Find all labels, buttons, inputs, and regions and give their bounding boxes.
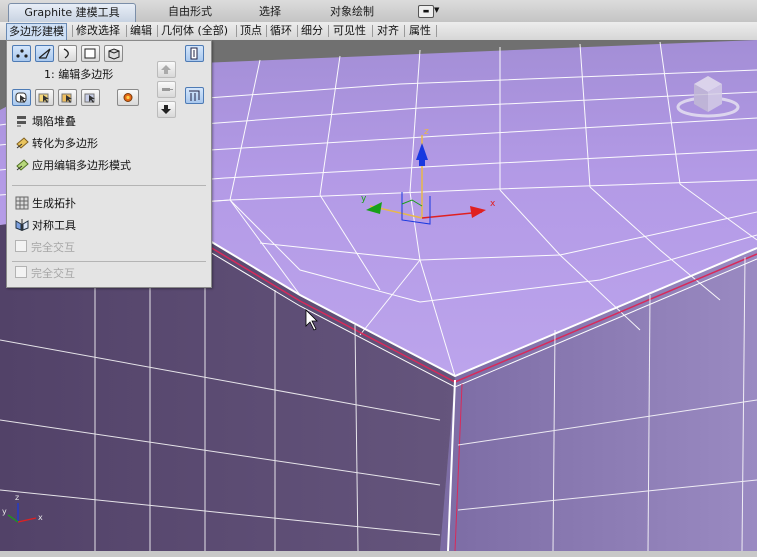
menu-collapse-stack[interactable]: 塌陷堆叠 — [15, 113, 76, 131]
ribbon-panel-bar: 多边形建模 修改选择 编辑 几何体 (全部) 顶点 循环 细分 可见性 对齐 属… — [0, 22, 757, 41]
checkbox[interactable] — [15, 266, 27, 278]
panel-vertices[interactable]: 顶点 — [240, 23, 262, 39]
pin-icon — [162, 88, 173, 91]
pin-stack-button[interactable] — [157, 81, 176, 98]
show-result-icon — [190, 47, 198, 60]
menu-full-interactivity-2[interactable]: 完全交互 — [15, 265, 75, 283]
chevron-down-icon[interactable]: ▼ — [434, 6, 439, 14]
preview-selection-button[interactable] — [117, 89, 139, 106]
show-end-result-button[interactable] — [185, 45, 204, 62]
menu-divider — [12, 261, 206, 262]
by-angle-button[interactable] — [81, 89, 100, 106]
polygon-mode-button[interactable] — [81, 45, 100, 62]
tab-object-paint[interactable]: 对象绘制 — [312, 3, 392, 21]
menu-apply-edit-poly-mode[interactable]: 应用编辑多边形模式 — [15, 157, 131, 175]
panel-loops[interactable]: 循环 — [270, 23, 292, 39]
menu-divider — [12, 185, 206, 186]
panel-modify-selection[interactable]: 修改选择 — [76, 23, 120, 39]
edge-icon — [38, 48, 51, 59]
menu-label: 应用编辑多边形模式 — [32, 159, 131, 172]
svg-text:y: y — [2, 507, 7, 516]
tab-selection[interactable]: 选择 — [242, 3, 298, 21]
vertex-mode-button[interactable] — [12, 45, 31, 62]
tab-freeform[interactable]: 自由形式 — [140, 3, 240, 21]
arrow-up-icon — [161, 65, 171, 74]
menu-label: 塌陷堆叠 — [32, 115, 76, 128]
panel-geometry-all[interactable]: 几何体 (全部) — [161, 23, 228, 39]
apply-edit-poly-icon — [16, 159, 29, 171]
panel-edit[interactable]: 编辑 — [130, 23, 152, 39]
by-angle-icon — [84, 93, 95, 103]
select-by-vertex-button[interactable] — [35, 89, 54, 106]
select-by-vertex-icon — [38, 93, 49, 103]
ribbon-tab-bar: Graphite 建模工具 自由形式 选择 对象绘制 ▬ ▼ — [0, 0, 757, 23]
show-cage-button[interactable] — [185, 87, 204, 104]
menu-label: 对称工具 — [32, 219, 76, 232]
menu-label: 生成拓扑 — [32, 197, 76, 210]
move-up-button[interactable] — [157, 61, 176, 78]
arrow-down-icon — [161, 105, 171, 114]
cage-icon — [189, 90, 200, 101]
edge-mode-button[interactable] — [35, 45, 54, 62]
move-down-button[interactable] — [157, 101, 176, 118]
border-mode-button[interactable] — [58, 45, 77, 62]
generate-topology-icon — [15, 196, 29, 210]
bottom-border — [0, 551, 757, 557]
menu-label: 完全交互 — [31, 241, 75, 254]
ignore-backfacing-icon — [61, 93, 72, 103]
panel-properties[interactable]: 属性 — [409, 23, 431, 39]
svg-text:z: z — [15, 493, 19, 502]
panel-visibility[interactable]: 可见性 — [333, 23, 366, 39]
menu-full-interactivity[interactable]: 完全交互 — [15, 239, 75, 257]
ribbon-dropdown-button[interactable]: ▬ — [418, 5, 434, 18]
svg-text:y: y — [361, 194, 367, 204]
svg-text:x: x — [490, 199, 496, 209]
ignore-backfacing-button[interactable] — [58, 89, 77, 106]
modifier-label: 1: 编辑多边形 — [44, 68, 114, 81]
svg-text:x: x — [38, 513, 43, 522]
panel-subdivision[interactable]: 细分 — [301, 23, 323, 39]
polygon-modeling-panel: 1: 编辑多边形 塌陷堆叠 转化为多边形 应用编辑多边形模式 生成拓扑 对称工具… — [6, 40, 212, 288]
select-object-icon — [15, 92, 27, 103]
menu-generate-topology[interactable]: 生成拓扑 — [15, 195, 76, 213]
menu-convert-to-poly[interactable]: 转化为多边形 — [15, 135, 98, 153]
select-object-button[interactable] — [12, 89, 31, 106]
vertex-icon — [16, 49, 28, 58]
menu-symmetry-tool[interactable]: 对称工具 — [15, 217, 76, 235]
symmetry-tool-icon — [15, 219, 29, 231]
checkbox[interactable] — [15, 240, 27, 252]
preview-selection-icon — [123, 93, 133, 102]
tab-graphite-modeling-tools[interactable]: Graphite 建模工具 — [8, 3, 136, 22]
polygon-icon — [84, 48, 96, 59]
element-icon — [108, 48, 120, 60]
collapse-stack-icon — [17, 116, 26, 127]
panel-align[interactable]: 对齐 — [377, 23, 399, 39]
convert-to-poly-icon — [16, 137, 29, 149]
svg-text:z: z — [424, 127, 429, 137]
element-mode-button[interactable] — [104, 45, 123, 62]
menu-label: 完全交互 — [31, 267, 75, 280]
panel-polygon-modeling[interactable]: 多边形建模 — [6, 23, 67, 41]
menu-label: 转化为多边形 — [32, 137, 98, 150]
border-icon — [63, 48, 69, 59]
